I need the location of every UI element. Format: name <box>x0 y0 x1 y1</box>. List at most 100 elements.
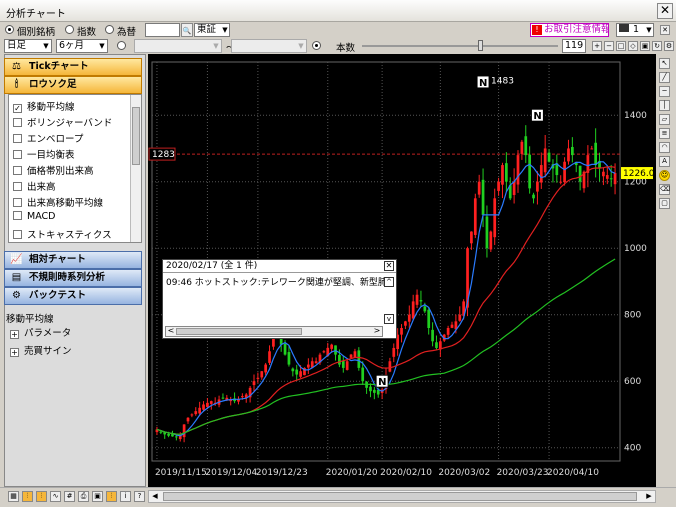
news-close-icon[interactable]: ✕ <box>384 261 394 271</box>
zoom-fit-icon[interactable]: ◇ <box>628 41 638 51</box>
save-icon[interactable]: ▣ <box>92 491 103 502</box>
radio-bar-count[interactable] <box>312 41 321 50</box>
settings-item-parameters[interactable]: + パラメータ <box>10 325 71 339</box>
checkbox-icon[interactable] <box>13 230 22 239</box>
radio-fx[interactable] <box>105 25 114 34</box>
indicator-volume-ma[interactable]: 出来高移動平均線 <box>13 195 103 209</box>
candle-body <box>291 368 295 372</box>
checkbox-icon[interactable] <box>13 211 22 220</box>
fibonacci-tool-icon[interactable]: ≡ <box>659 128 670 139</box>
zoom-reset-icon[interactable]: □ <box>616 41 626 51</box>
scale-icon[interactable]: ⫶ <box>106 491 117 502</box>
checkbox-icon[interactable] <box>13 198 22 207</box>
news-scroll-up-icon[interactable]: ^ <box>384 277 394 287</box>
news-headline[interactable]: 09:46 ホットストック:テレワーク関連が堅調、新型肺炎への <box>166 275 384 288</box>
erase-tool-icon[interactable]: ⌫ <box>659 184 670 195</box>
radio-custom-range[interactable] <box>117 41 126 50</box>
indicator-stochastics[interactable]: ストキャスティクス <box>13 227 112 241</box>
news-hscrollbar[interactable]: < > <box>165 326 383 337</box>
scroll-thumb[interactable] <box>163 492 637 501</box>
toolbar-row-period: 日足 ▼ 6ヶ月 ▼ ▼ ～ ▼ 本数 119 + − □ ◇ ▣ ↻ ⚙ <box>0 38 676 54</box>
settings-item-trade-signals[interactable]: + 売買サイン <box>10 343 72 357</box>
sidebar-item-backtest[interactable]: ⚙ バックテスト <box>4 287 142 305</box>
radio-stock[interactable] <box>5 25 14 34</box>
scroll-left-icon[interactable]: < <box>166 326 176 335</box>
info-icon[interactable]: i <box>120 491 131 502</box>
expand-icon[interactable]: + <box>10 348 19 357</box>
scroll-left-icon[interactable]: ◀ <box>149 491 161 502</box>
indicator-macd[interactable]: MACD <box>13 211 55 225</box>
chevron-down-icon[interactable]: ▼ <box>40 39 52 53</box>
scroll-right-icon[interactable]: ▶ <box>643 491 655 502</box>
range-start-input[interactable] <box>134 39 222 53</box>
scroll-thumb[interactable] <box>132 107 140 165</box>
symbol-code-input[interactable] <box>145 23 180 37</box>
bar-count-input[interactable]: 119 <box>562 39 586 53</box>
candle-body <box>547 152 551 162</box>
bar-count-slider[interactable] <box>362 40 558 51</box>
grid-icon[interactable]: # <box>64 491 75 502</box>
indicator-volume[interactable]: 出来高 <box>13 179 56 193</box>
help-icon[interactable]: ? <box>134 491 145 502</box>
sidebar-item-tick-chart[interactable]: ⚖ Tickチャート <box>4 58 142 76</box>
sidebar-item-irregular-series[interactable]: ▤ 不規則時系列分析 <box>4 269 142 287</box>
layout-icon[interactable]: ▦ <box>8 491 19 502</box>
scroll-right-icon[interactable]: > <box>372 326 382 335</box>
search-icon[interactable]: 🔍 <box>181 23 193 37</box>
hline-tool-icon[interactable]: ─ <box>659 86 670 97</box>
arc-tool-icon[interactable]: ◠ <box>659 142 670 153</box>
channel-tool-icon[interactable]: ▱ <box>659 114 670 125</box>
print-icon[interactable]: ⎙ <box>78 491 89 502</box>
candle-body <box>159 431 163 433</box>
bar-style-icon[interactable]: ⫶ <box>36 491 47 502</box>
indicator-moving-average[interactable]: ✓ 移動平均線 <box>13 99 75 113</box>
zoom-out-icon[interactable]: − <box>604 41 614 51</box>
vline-tool-icon[interactable]: │ <box>659 100 670 111</box>
slider-thumb[interactable] <box>477 40 483 51</box>
close-small-icon[interactable]: ✕ <box>660 25 670 35</box>
text-tool-icon[interactable]: A <box>659 156 670 167</box>
warning-icon: ! <box>532 25 542 35</box>
checkbox-icon[interactable] <box>13 118 22 127</box>
zoom-in-icon[interactable]: + <box>592 41 602 51</box>
checkbox-checked-icon[interactable]: ✓ <box>13 104 22 113</box>
expand-icon[interactable]: + <box>10 330 19 339</box>
zoom-all-icon[interactable]: ▣ <box>640 41 650 51</box>
indicator-bollinger[interactable]: ボリンジャーバンド <box>13 115 112 129</box>
cursor-tool-icon[interactable]: ↖ <box>659 58 670 69</box>
chevron-down-icon[interactable]: ▼ <box>643 23 655 37</box>
chart-hscrollbar[interactable]: ◀ ▶ <box>148 490 656 503</box>
sidebar-item-candlestick[interactable]: 🕯 ロウソク足 <box>4 76 142 94</box>
checkbox-icon[interactable] <box>13 134 22 143</box>
chevron-down-icon[interactable]: ▼ <box>210 39 222 53</box>
news-popup[interactable]: 2020/02/17 (全 1 件) ✕ 09:46 ホットストック:テレワーク… <box>162 259 397 339</box>
sidebar-item-relative-chart[interactable]: 📈 相対チャート <box>4 251 142 269</box>
smiley-icon[interactable]: ☺ <box>659 170 670 181</box>
refresh-icon[interactable]: ↻ <box>652 41 662 51</box>
candle-body <box>283 343 287 355</box>
settings-icon[interactable]: ⚙ <box>664 41 674 51</box>
chevron-down-icon[interactable]: ▼ <box>295 39 307 53</box>
window-close-button[interactable]: ✕ <box>657 3 673 19</box>
lock-tool-icon[interactable]: ▢ <box>659 198 670 209</box>
candle-body <box>613 173 617 185</box>
candle-style-icon[interactable]: ⫶ <box>22 491 33 502</box>
candle-body <box>415 294 419 305</box>
checkbox-icon[interactable] <box>13 182 22 191</box>
indicator-list-scrollbar[interactable] <box>130 95 141 242</box>
checkbox-icon[interactable] <box>13 150 22 159</box>
trading-notice-link[interactable]: ! お取引注意情報 <box>530 23 609 37</box>
candle-body <box>536 181 539 192</box>
indicator-ichimoku[interactable]: 一目均衡表 <box>13 147 75 161</box>
scroll-thumb[interactable] <box>176 328 302 335</box>
indicator-envelope[interactable]: エンベロープ <box>13 131 83 145</box>
line-style-icon[interactable]: ∿ <box>50 491 61 502</box>
trendline-tool-icon[interactable]: ╱ <box>659 72 670 83</box>
news-scroll-down-icon[interactable]: v <box>384 314 394 324</box>
radio-index[interactable] <box>65 25 74 34</box>
candle-body <box>470 231 473 244</box>
chevron-down-icon[interactable]: ▼ <box>219 23 231 37</box>
indicator-volume-profile[interactable]: 価格帯別出来高 <box>13 163 94 177</box>
chevron-down-icon[interactable]: ▼ <box>96 39 108 53</box>
checkbox-icon[interactable] <box>13 166 22 175</box>
